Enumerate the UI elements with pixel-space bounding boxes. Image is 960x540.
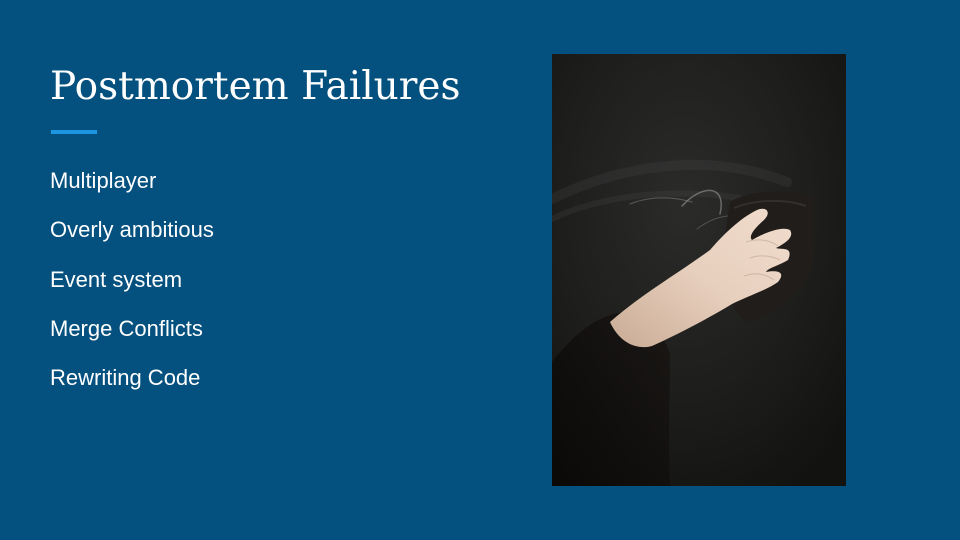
chalkboard-hand-photo bbox=[552, 54, 846, 486]
bullet-item: Multiplayer bbox=[50, 168, 157, 193]
bullet-list: Multiplayer Overly ambitious Event syste… bbox=[50, 166, 214, 412]
bullet-item: Merge Conflicts bbox=[50, 315, 203, 341]
slide: Postmortem Failures Multiplayer Overly a… bbox=[0, 0, 960, 540]
title-accent-divider bbox=[51, 130, 97, 134]
bullet-item: Rewriting Code bbox=[50, 365, 201, 390]
photo-illustration bbox=[552, 54, 846, 486]
bullet-item: Event system bbox=[50, 266, 183, 292]
bullet-item: Overly ambitious bbox=[50, 217, 214, 243]
slide-title: Postmortem Failures bbox=[50, 64, 461, 109]
